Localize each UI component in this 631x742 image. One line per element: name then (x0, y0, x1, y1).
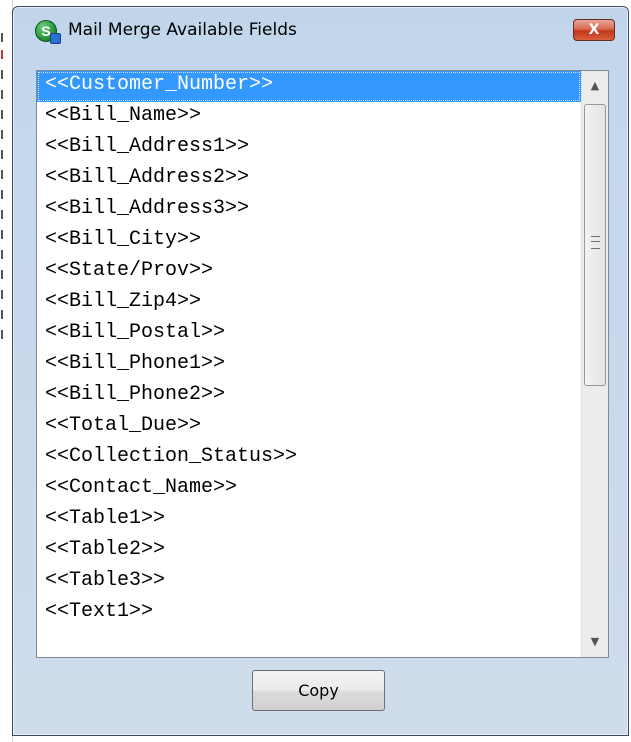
fields-listbox[interactable]: <<Customer_Number>> <<Bill_Name>> <<Bill_A… (36, 70, 609, 658)
mail-merge-dialog: S Mail Merge Available Fields X <<Custom… (12, 6, 629, 736)
copy-button[interactable]: Copy (252, 670, 385, 711)
close-icon: X (588, 22, 600, 38)
list-item[interactable]: <<Table1>> (37, 505, 581, 536)
list-item[interactable]: <<State/Prov>> (37, 257, 581, 288)
list-item[interactable]: <<Collection_Status>> (37, 443, 581, 474)
list-item[interactable]: <<Bill_City>> (37, 226, 581, 257)
list-item[interactable]: <<Bill_Phone2>> (37, 381, 581, 412)
list-item[interactable]: <<Total_Due>> (37, 412, 581, 443)
app-logo-icon: S (35, 20, 61, 44)
list-item[interactable]: <<Bill_Address2>> (37, 164, 581, 195)
list-item[interactable]: <<Text1>> (37, 598, 581, 629)
list-item[interactable]: <<Bill_Postal>> (37, 319, 581, 350)
list-item[interactable]: <<Bill_Zip4>> (37, 288, 581, 319)
list-item[interactable]: <<Contact_Name>> (37, 474, 581, 505)
list-item[interactable]: <<Table3>> (37, 567, 581, 598)
list-item[interactable]: <<Bill_Address1>> (37, 133, 581, 164)
scroll-thumb[interactable] (584, 104, 606, 386)
scroll-down-arrow-icon: ▼ (590, 635, 600, 648)
scroll-grip-icon (591, 236, 600, 249)
window-title: Mail Merge Available Fields (68, 20, 297, 40)
list-item[interactable]: <<Bill_Name>> (37, 102, 581, 133)
scroll-down-button[interactable]: ▼ (582, 627, 608, 657)
vertical-scrollbar[interactable]: ▲ ▼ (581, 71, 608, 657)
list-item[interactable]: <<Table2>> (37, 536, 581, 567)
list-item[interactable]: <<Bill_Address3>> (37, 195, 581, 226)
fields-list: <<Customer_Number>> <<Bill_Name>> <<Bill_A… (37, 71, 581, 629)
list-item[interactable]: <<Bill_Phone1>> (37, 350, 581, 381)
scroll-up-arrow-icon: ▲ (590, 79, 600, 92)
close-button[interactable]: X (573, 19, 615, 41)
scroll-up-button[interactable]: ▲ (582, 71, 608, 101)
list-item-selected[interactable]: <<Customer_Number>> (37, 71, 581, 102)
title-bar[interactable]: S Mail Merge Available Fields X (13, 7, 628, 53)
